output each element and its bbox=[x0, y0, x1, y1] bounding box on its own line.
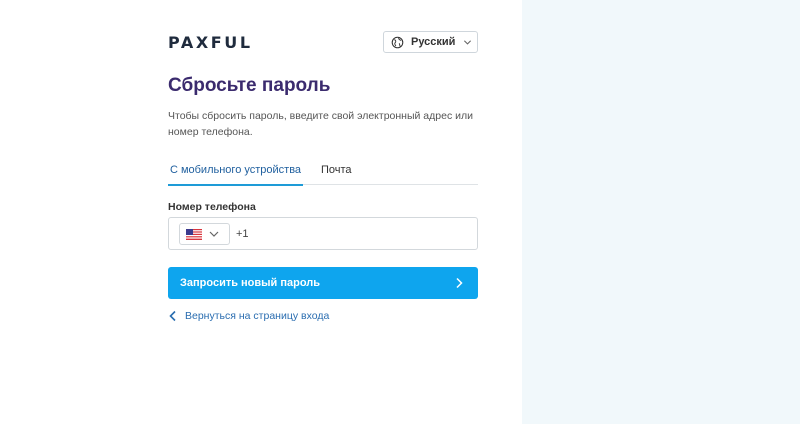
chevron-down-icon bbox=[209, 231, 219, 237]
chevron-down-icon bbox=[464, 39, 472, 45]
page-description: Чтобы сбросить пароль, введите свой элек… bbox=[168, 110, 473, 138]
phone-field-label: Номер телефона bbox=[168, 201, 256, 213]
side-panel bbox=[522, 0, 800, 424]
tab-email[interactable]: Почта bbox=[321, 164, 352, 176]
language-selector[interactable]: Русский bbox=[383, 31, 478, 53]
paxful-logo[interactable]: PAXFUL bbox=[168, 33, 253, 52]
chevron-right-icon bbox=[456, 277, 463, 289]
phone-prefix: +1 bbox=[236, 228, 249, 240]
request-new-password-button[interactable]: Запросить новый пароль bbox=[168, 267, 478, 299]
page-title: Сбросьте пароль bbox=[168, 75, 331, 96]
submit-button-label: Запросить новый пароль bbox=[180, 277, 321, 289]
us-flag-icon bbox=[186, 228, 202, 240]
back-to-login-link[interactable]: Вернуться на страницу входа bbox=[168, 310, 329, 322]
language-label: Русский bbox=[411, 36, 456, 48]
reset-method-tabs: С мобильного устройства Почта bbox=[168, 160, 478, 186]
country-code-selector[interactable] bbox=[179, 223, 230, 245]
phone-field: +1 bbox=[168, 217, 478, 250]
chevron-left-icon bbox=[169, 310, 176, 322]
back-to-login-label: Вернуться на страницу входа bbox=[185, 310, 330, 322]
tab-mobile[interactable]: С мобильного устройства bbox=[168, 164, 303, 186]
phone-input[interactable] bbox=[251, 224, 471, 244]
globe-icon bbox=[391, 36, 404, 48]
